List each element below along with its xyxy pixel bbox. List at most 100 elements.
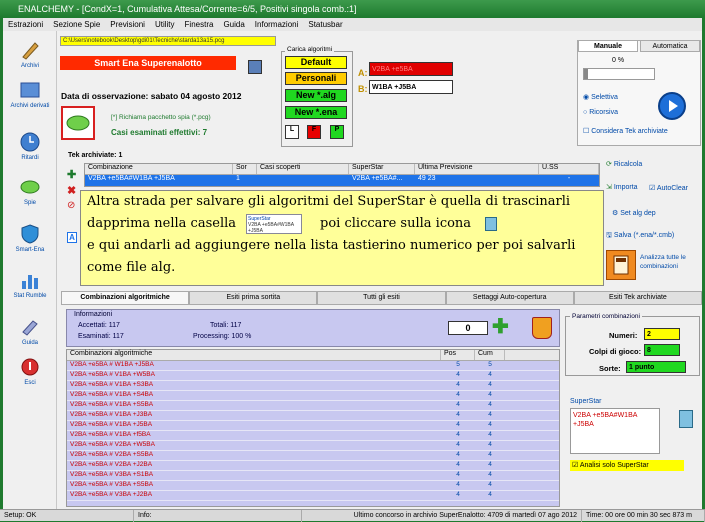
algorithm-b-select[interactable]: W1BA +J5BA — [369, 80, 453, 94]
menu-previsioni[interactable]: Previsioni — [105, 20, 150, 31]
trash-icon[interactable] — [532, 317, 552, 339]
table-row[interactable]: V2BA +e5BA # V1BA +f5BA 4 4 — [67, 431, 559, 441]
load-l-button[interactable]: L — [285, 125, 299, 139]
menu-bar: Estrazioni Sezione Spie Previsioni Utili… — [3, 18, 702, 31]
table-row[interactable]: V2BA +e5BA # V2BA +S5BA 4 4 — [67, 451, 559, 461]
table-row[interactable]: V2BA +e5BA#W1BA +J5BA 1 V2BA +e5BA#... 4… — [85, 175, 599, 186]
save-button[interactable]: 🖫 Salva (*.ena/*.cmb) — [606, 231, 674, 242]
table-row[interactable]: V2BA +e5BA # V3BA +S1BA 4 4 — [67, 471, 559, 481]
add-icon[interactable]: ✚ — [67, 168, 76, 181]
slider-thumb[interactable] — [584, 69, 588, 79]
default-button[interactable]: Default — [285, 56, 347, 69]
progress-slider[interactable] — [583, 68, 655, 80]
tab-esiti-prima[interactable]: Esiti prima sortita — [189, 291, 318, 305]
nav-archivi[interactable]: Archivi — [3, 39, 57, 69]
personali-button[interactable]: Personali — [285, 72, 347, 85]
table-row[interactable]: V2BA +e5BA # V3BA +J2BA 4 4 — [67, 491, 559, 501]
table-row[interactable]: V2BA +e5BA # V1BA +W5BA 4 4 — [67, 371, 559, 381]
counter-field[interactable]: 0 — [448, 321, 488, 335]
cell — [257, 175, 349, 186]
cell: 4 — [488, 421, 492, 428]
col-casi[interactable]: Casi scoperti — [257, 164, 349, 174]
a-toggle-icon[interactable]: A — [67, 232, 77, 243]
table-row[interactable]: V2BA +e5BA # V1BA +S3BA 4 4 — [67, 381, 559, 391]
sorte-label: Sorte: — [599, 364, 621, 373]
tab-combinazioni[interactable]: Combinazioni algoritmiche — [61, 291, 190, 305]
tab-esiti-tek[interactable]: Esiti Tek archiviate — [573, 291, 703, 305]
cell: V2BA +e5BA # V2BA +W5BA — [70, 441, 155, 448]
nav-esci[interactable]: Esci — [3, 356, 57, 386]
table-row[interactable]: V2BA +e5BA # V1BA +J3BA 4 4 — [67, 411, 559, 421]
reload-spy-button[interactable] — [61, 106, 95, 140]
menu-finestra[interactable]: Finestra — [180, 20, 219, 31]
load-f-button[interactable]: F — [307, 125, 321, 139]
table-row[interactable]: V2BA +e5BA # V2BA +W5BA 4 4 — [67, 441, 559, 451]
info-title: Informazioni — [74, 311, 113, 318]
consider-tek-checkbox[interactable]: ☐ Considera Tek archiviate — [583, 127, 668, 135]
import-button[interactable]: ⇲ Importa — [606, 183, 638, 191]
menu-informazioni[interactable]: Informazioni — [250, 20, 304, 31]
note-line-2: dapprima nella casella SuperStar V2BA +e… — [87, 213, 597, 235]
sorte-select[interactable]: 1 punto — [626, 361, 686, 373]
nav-guida[interactable]: Guida — [3, 316, 57, 346]
cell: 4 — [488, 451, 492, 458]
load-p-button[interactable]: P — [330, 125, 344, 139]
col-ultima[interactable]: Ultima Previsione — [415, 164, 539, 174]
annotation-note: Altra strada per salvare gli algoritmi d… — [80, 190, 604, 286]
delete-icon[interactable]: ✖ — [67, 184, 76, 197]
export-superstar-icon[interactable] — [679, 410, 693, 428]
superstar-list[interactable]: V2BA +e5BA#W1BA +J5BA — [570, 408, 660, 454]
analisi-superstar-checkbox[interactable]: ☑ Analisi solo SuperStar — [570, 460, 684, 471]
nav-spie[interactable]: Spie — [3, 176, 57, 206]
tab-tutti-esiti[interactable]: Tutti gli esiti — [317, 291, 446, 305]
recalc-icon: ⟳ — [606, 161, 612, 168]
colpi-label: Colpi di gioco: — [589, 347, 642, 356]
new-ena-button[interactable]: New *.ena — [285, 106, 347, 119]
save-icon: 🖫 — [606, 232, 612, 239]
radio-selettiva[interactable]: ◉ Selettiva — [583, 93, 618, 101]
analyze-button[interactable] — [606, 250, 636, 280]
table-row[interactable]: V2BA +e5BA # V1BA +S4BA 4 4 — [67, 391, 559, 401]
tek-table: Combinazione Sor Casi scoperti SuperStar… — [84, 163, 600, 187]
set-alg-button[interactable]: ⚙ Set alg dep — [612, 209, 656, 217]
col-combinazione[interactable]: Combinazione — [85, 164, 233, 174]
table-row[interactable]: V2BA +e5BA # W1BA +J5BA 5 5 — [67, 361, 559, 371]
colpi-select[interactable]: 8 — [644, 344, 680, 356]
col-sor[interactable]: Sor — [233, 164, 257, 174]
tab-settaggi[interactable]: Settaggi Auto-copertura — [445, 291, 574, 305]
table-row[interactable]: V2BA +e5BA # V1BA +J5BA 4 4 — [67, 421, 559, 431]
col-cum[interactable]: Cum — [475, 350, 505, 360]
cell: V2BA +e5BA # V1BA +S4BA — [70, 391, 154, 398]
col-uss[interactable]: U.SS — [539, 164, 599, 174]
nav-ritardi[interactable]: Ritardi — [3, 131, 57, 161]
tab-automatica[interactable]: Automatica — [640, 40, 700, 52]
save-disk-icon[interactable] — [248, 60, 262, 74]
col-combinazioni[interactable]: Combinazioni algoritmiche — [67, 350, 441, 360]
menu-guida[interactable]: Guida — [218, 20, 249, 31]
algorithm-a-select[interactable]: V2BA +e5BA — [369, 62, 453, 76]
table-row[interactable]: V2BA +e5BA # V1BA +S5BA 4 4 — [67, 401, 559, 411]
numeri-select[interactable]: 2 — [644, 328, 680, 340]
nav-stat-rumble[interactable]: Stat Rumble — [3, 269, 57, 299]
tab-manuale[interactable]: Manuale — [578, 40, 638, 52]
menu-statusbar[interactable]: Statusbar — [303, 20, 347, 31]
reload-spy-label[interactable]: [*] Richiama pacchetto spia (*.pcg) — [111, 114, 211, 121]
table-row[interactable]: V2BA +e5BA # V2BA +J2BA 4 4 — [67, 461, 559, 471]
menu-utility[interactable]: Utility — [150, 20, 180, 31]
col-superstar[interactable]: SuperStar — [349, 164, 415, 174]
autoclear-checkbox[interactable]: ☑ AutoClear — [649, 184, 688, 192]
menu-sezione-spie[interactable]: Sezione Spie — [48, 20, 105, 31]
table-row[interactable]: V2BA +e5BA # V3BA +S5BA 4 4 — [67, 481, 559, 491]
new-alg-button[interactable]: New *.alg — [285, 89, 347, 102]
play-button[interactable] — [658, 92, 686, 120]
recalc-button[interactable]: ⟳ Ricalcola — [606, 160, 642, 168]
nav-archivi-derivati[interactable]: Archivi derivati — [3, 79, 57, 109]
block-icon[interactable]: ⊘ — [67, 200, 75, 211]
analyze-label[interactable]: Analizza tutte le combinazioni — [640, 253, 700, 271]
nav-smart-ena[interactable]: Smart-Ena — [3, 223, 57, 253]
col-pos[interactable]: Pos — [441, 350, 475, 360]
menu-estrazioni[interactable]: Estrazioni — [3, 20, 48, 31]
add-combo-icon[interactable]: ✚ — [492, 317, 509, 337]
nav-label: Esci — [24, 380, 36, 386]
radio-ricorsiva[interactable]: ○ Ricorsiva — [583, 109, 618, 116]
